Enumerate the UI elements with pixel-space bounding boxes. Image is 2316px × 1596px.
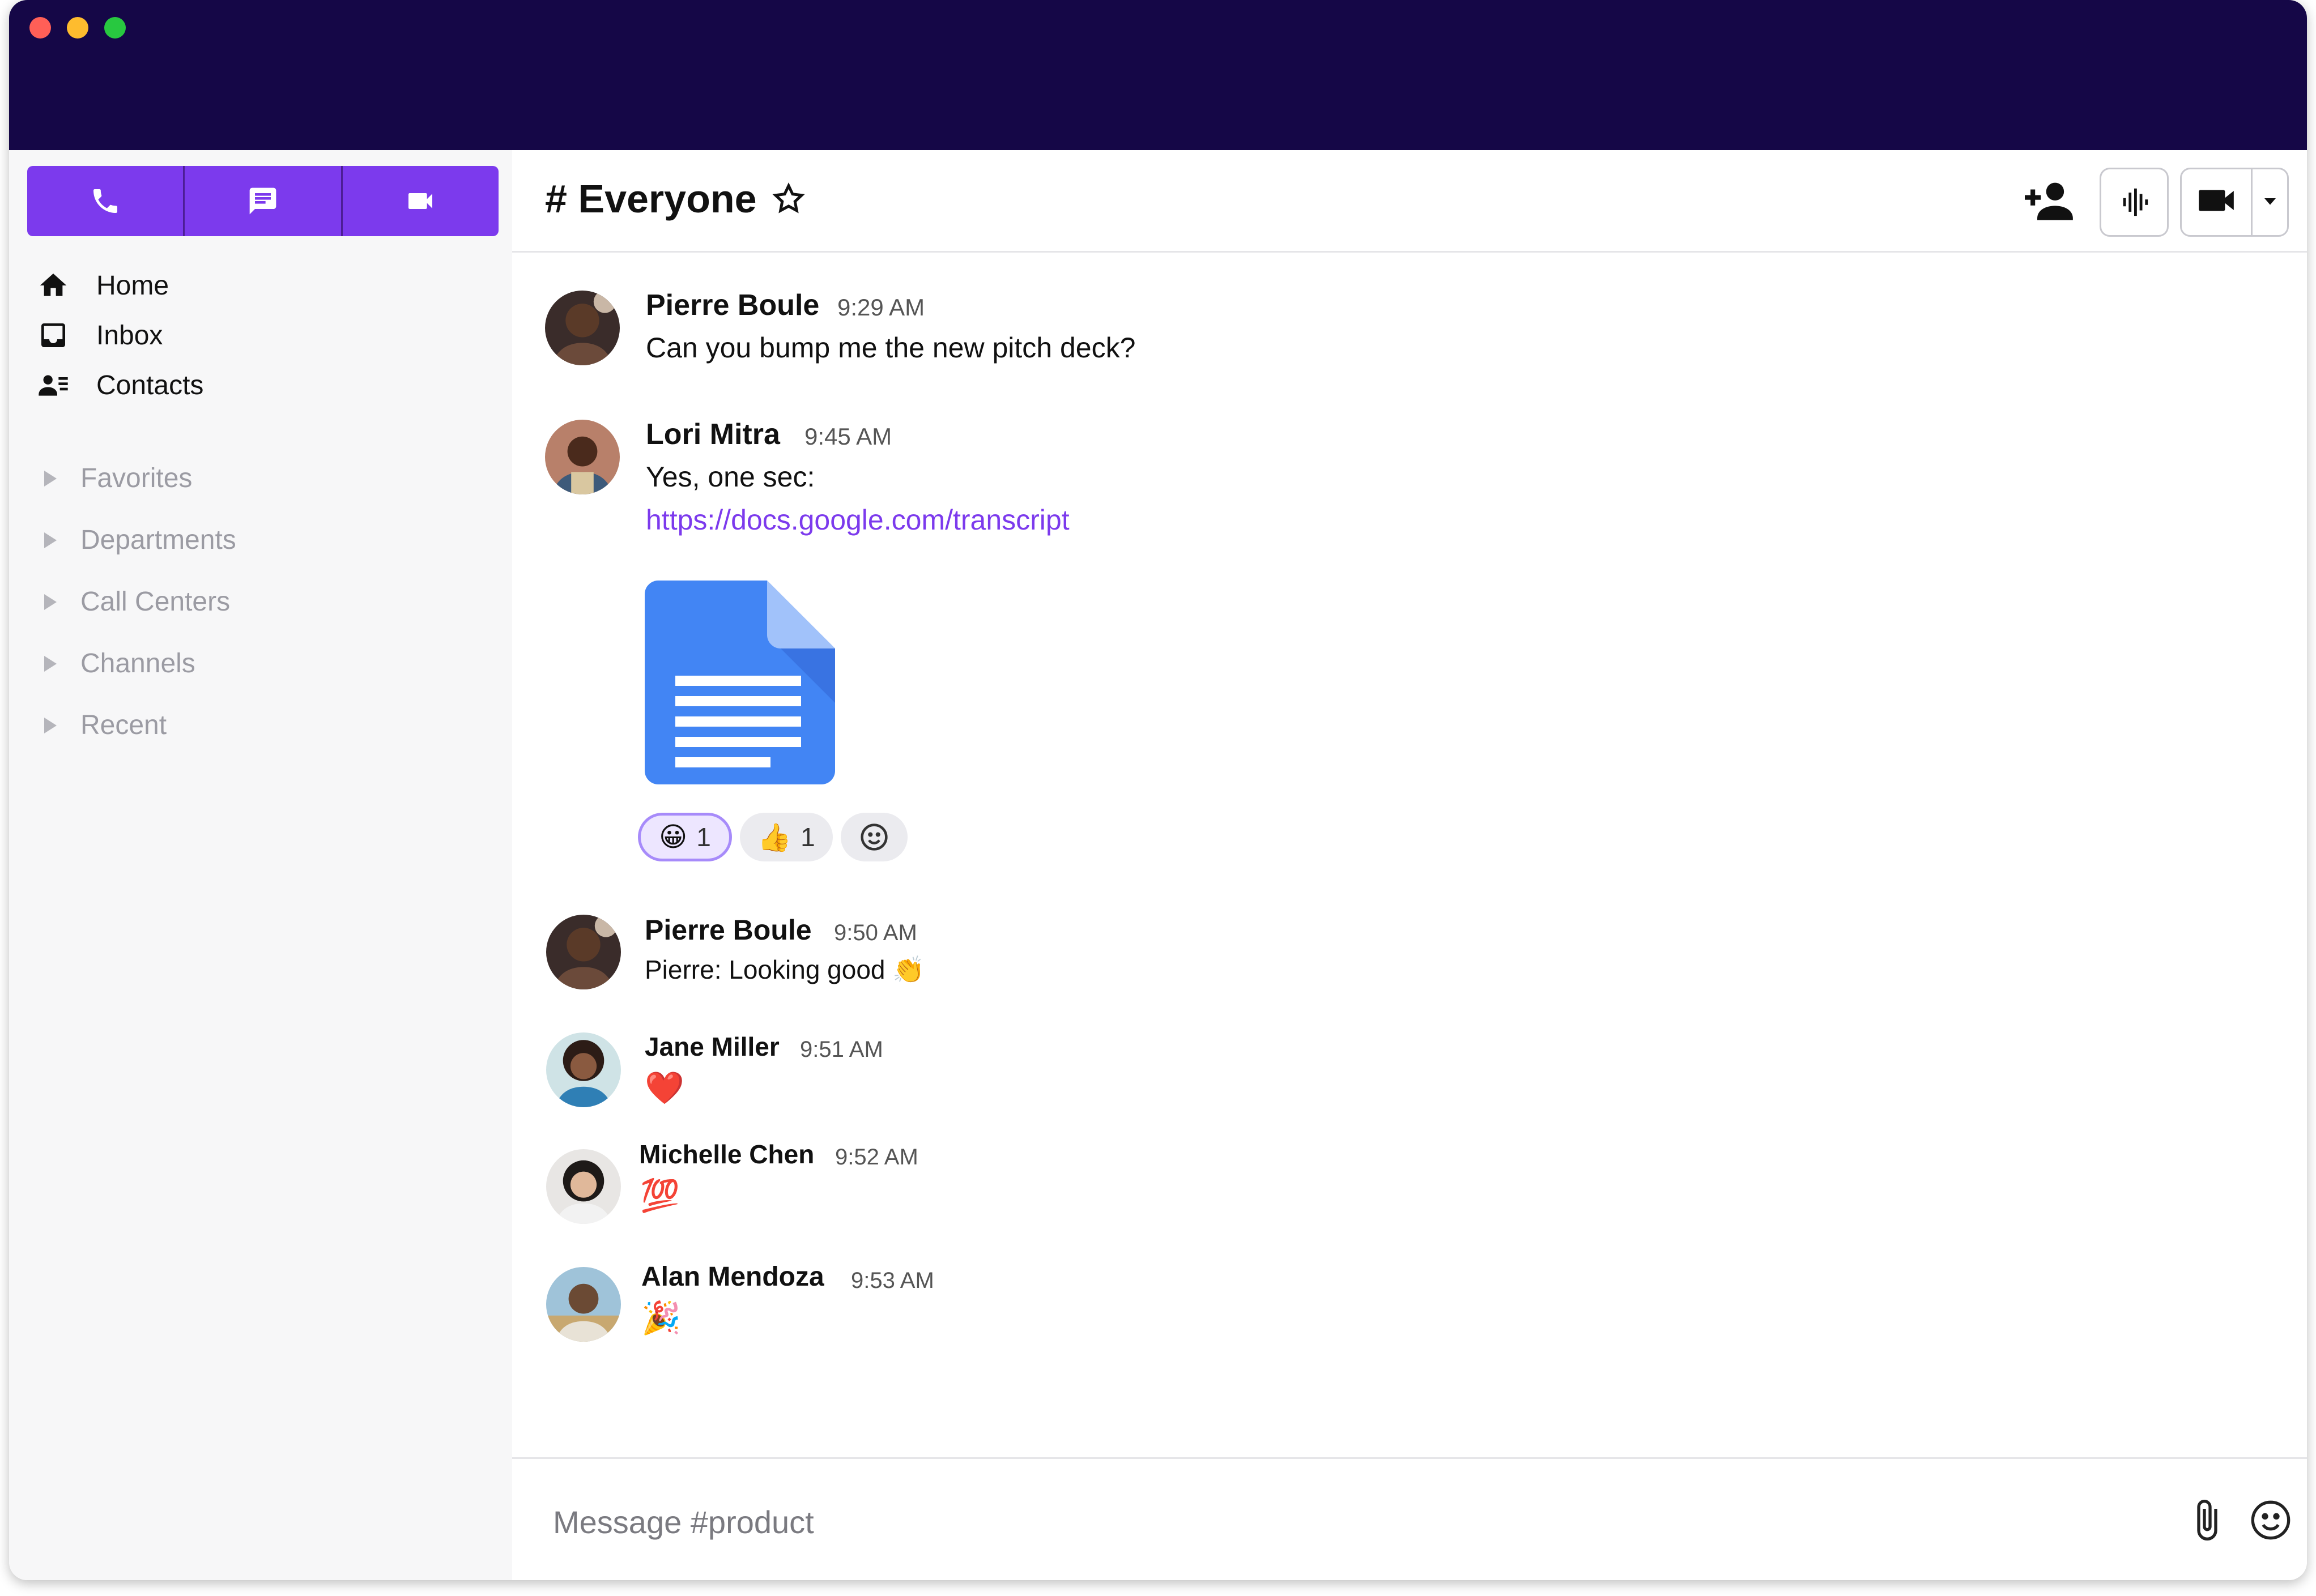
main-nav: Home Inbox Contacts <box>37 261 203 410</box>
smiley-icon <box>861 823 888 851</box>
group-label: Departments <box>80 525 236 555</box>
expand-triangle-icon <box>44 655 57 672</box>
google-doc-attachment[interactable] <box>645 581 835 784</box>
message-text: ❤️ <box>645 1070 684 1106</box>
reaction-emoji: 😀 <box>659 822 688 852</box>
message-feed: Pierre Boule 9:29 AM Can you bump me the… <box>512 251 2307 1457</box>
message-time: 9:45 AM <box>804 423 892 450</box>
avatar[interactable] <box>546 1149 621 1224</box>
message-text: Pierre: Looking good 👏 <box>645 955 925 984</box>
mode-phone-button[interactable] <box>27 166 185 236</box>
attach-button[interactable] <box>2185 1497 2230 1543</box>
home-icon <box>40 274 67 296</box>
mode-chat-button[interactable] <box>185 166 343 236</box>
avatar[interactable] <box>546 915 621 989</box>
group-label: Call Centers <box>80 587 231 617</box>
message-author[interactable]: Pierre Boule <box>646 288 819 322</box>
sidebar-group-call-centers[interactable]: Call Centers <box>44 571 236 633</box>
group-label: Channels <box>80 648 195 678</box>
message-time: 9:51 AM <box>800 1037 883 1062</box>
message-time: 9:53 AM <box>851 1268 934 1293</box>
avatar[interactable] <box>545 420 620 494</box>
nav-item-home[interactable]: Home <box>37 261 203 310</box>
message-text: Can you bump me the new pitch deck? <box>646 332 1136 364</box>
audio-call-button[interactable] <box>2100 168 2169 237</box>
add-member-button[interactable] <box>2025 180 2075 221</box>
nav-item-label: Inbox <box>96 320 163 351</box>
group-label: Favorites <box>80 463 193 493</box>
message-input[interactable] <box>552 1493 2140 1551</box>
message-text: 🎉 <box>641 1300 681 1335</box>
avatar[interactable] <box>546 1032 621 1107</box>
sidebar-groups: Favorites Departments Call Centers Chann… <box>44 447 236 756</box>
avatar[interactable] <box>546 1267 621 1342</box>
reaction-thumbs-up[interactable]: 👍 1 <box>740 813 833 861</box>
smiley-icon <box>2251 1500 2291 1540</box>
video-icon <box>408 193 433 209</box>
nav-item-contacts[interactable]: Contacts <box>37 360 203 410</box>
star-icon[interactable] <box>772 182 806 216</box>
minimize-window-button[interactable] <box>67 17 88 39</box>
paperclip-icon <box>2197 1500 2217 1540</box>
message-author[interactable]: Michelle Chen <box>639 1139 814 1170</box>
message-author[interactable]: Jane Miller <box>645 1031 780 1062</box>
title-bar <box>9 0 2307 150</box>
message-time: 9:52 AM <box>835 1145 918 1170</box>
sidebar-group-departments[interactable]: Departments <box>44 509 236 571</box>
nav-item-label: Contacts <box>96 370 204 400</box>
reaction-grin[interactable]: 😀 1 <box>638 813 732 861</box>
chat-icon <box>249 187 276 215</box>
message-text: Yes, one sec: <box>646 461 815 493</box>
close-window-button[interactable] <box>29 17 51 39</box>
video-camera-icon <box>2199 190 2234 211</box>
button-divider <box>2251 169 2253 235</box>
chat-panel: # Everyone Pierre Boule 9:29 AM Can you … <box>512 150 2307 1580</box>
expand-triangle-icon <box>44 532 57 548</box>
video-call-button[interactable] <box>2180 168 2289 237</box>
expand-triangle-icon <box>44 470 57 487</box>
sidebar-group-channels[interactable]: Channels <box>44 633 236 694</box>
message-time: 9:50 AM <box>834 920 917 945</box>
channel-title: # Everyone <box>545 177 757 221</box>
emoji-picker-button[interactable] <box>2248 1497 2293 1543</box>
message-author[interactable]: Lori Mitra <box>646 417 780 451</box>
app-window: Home Inbox Contacts Favorites Department… <box>9 0 2307 1580</box>
nav-item-label: Home <box>96 270 169 301</box>
reaction-emoji: 👍 <box>757 822 792 853</box>
message-author[interactable]: Alan Mendoza <box>641 1261 824 1292</box>
maximize-window-button[interactable] <box>104 17 126 39</box>
nav-item-inbox[interactable]: Inbox <box>37 310 203 360</box>
sidebar-group-recent[interactable]: Recent <box>44 694 236 756</box>
message-time: 9:29 AM <box>837 294 925 321</box>
channel-heading: # Everyone <box>545 176 806 221</box>
message-author[interactable]: Pierre Boule <box>645 914 812 946</box>
group-label: Recent <box>80 710 167 740</box>
contacts-icon <box>39 375 68 396</box>
expand-triangle-icon <box>44 717 57 733</box>
expand-triangle-icon <box>44 594 57 610</box>
mode-video-button[interactable] <box>343 166 499 236</box>
reaction-count: 1 <box>696 822 711 852</box>
message-text: 💯 <box>640 1177 680 1213</box>
message-link[interactable]: https://docs.google.com/transcript <box>646 503 1070 536</box>
mode-switcher <box>27 166 499 236</box>
audio-wave-icon <box>2123 188 2148 216</box>
add-user-icon <box>2025 182 2073 220</box>
google-doc-icon <box>645 581 835 784</box>
add-reaction-button[interactable] <box>841 813 908 861</box>
message-composer <box>512 1457 2307 1580</box>
sidebar: Home Inbox Contacts Favorites Department… <box>9 150 512 1580</box>
inbox-icon <box>41 323 65 347</box>
caret-down-icon[interactable] <box>2259 190 2281 212</box>
reaction-count: 1 <box>801 822 815 852</box>
sidebar-group-favorites[interactable]: Favorites <box>44 447 236 509</box>
phone-icon <box>93 189 117 213</box>
avatar[interactable] <box>545 291 620 365</box>
channel-header: # Everyone <box>512 150 2307 253</box>
